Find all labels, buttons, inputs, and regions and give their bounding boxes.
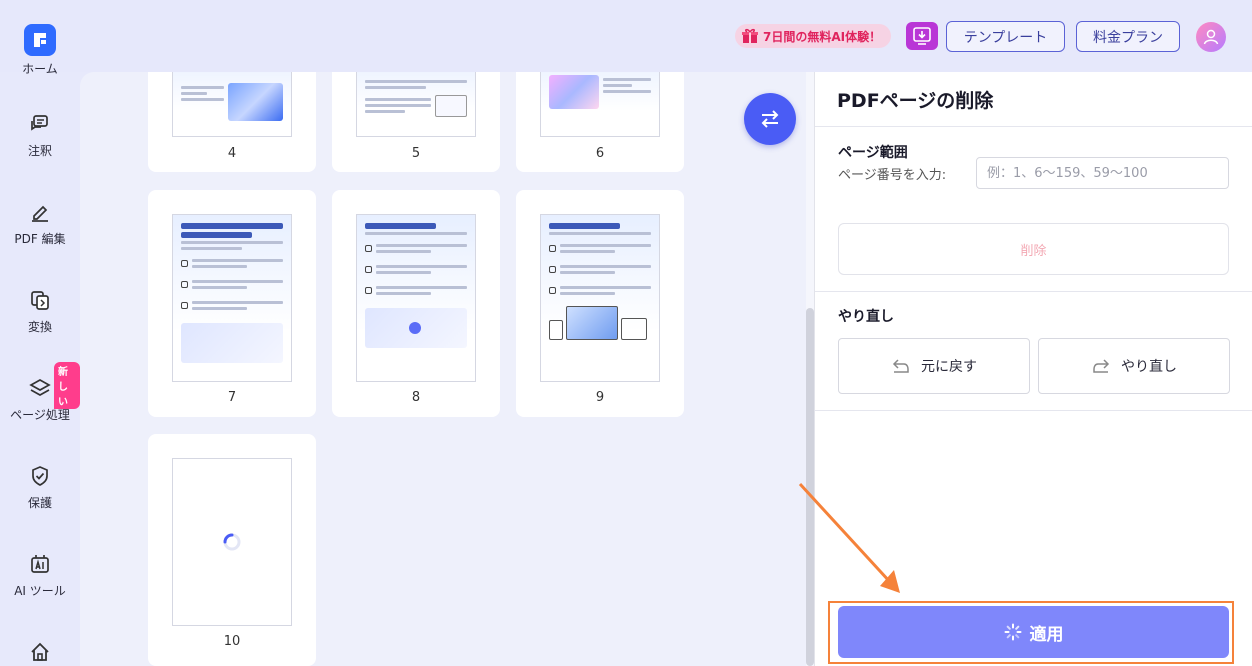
page-card[interactable]: 6 <box>516 72 684 172</box>
sidebar-item-home-bottom[interactable] <box>0 640 80 664</box>
sidebar-item-label: 注釈 <box>27 144 52 158</box>
free-trial-promo[interactable]: 7日間の無料AI体験！ <box>735 24 892 48</box>
top-bar: 7日間の無料AI体験！ テンプレート 料金プラン <box>0 0 1252 72</box>
divider <box>815 126 1252 127</box>
apply-label: 適用 <box>1029 624 1064 645</box>
page-card[interactable]: 7 <box>148 190 316 417</box>
sidebar-item-pdf-edit[interactable]: PDF 編集 <box>0 200 80 247</box>
undo-arrow-icon <box>892 359 909 373</box>
sidebar: ホーム 注釈 PDF 編集 変換 ページ処理 新しい 保護 AI ツール <box>0 0 80 666</box>
sidebar-item-label: 変換 <box>27 320 52 334</box>
sidebar-item-convert[interactable]: 変換 <box>0 288 80 335</box>
pen-icon <box>32 205 48 222</box>
divider <box>815 291 1252 292</box>
sidebar-item-label: ホーム <box>22 62 58 76</box>
page-number-label: ページ番号を入力: <box>838 168 947 183</box>
delete-pages-panel: PDFページの削除 ページ範囲 ページ番号を入力: 削除 やり直し 元に戻す や… <box>814 72 1252 666</box>
page-card[interactable]: 5 <box>332 72 500 172</box>
sidebar-item-label: AI ツール <box>14 584 66 598</box>
redo-arrow-icon <box>1093 359 1110 373</box>
page-thumbnail <box>356 72 476 137</box>
page-range-heading: ページ範囲 <box>838 145 908 161</box>
scrollbar-thumb[interactable] <box>806 308 814 666</box>
page-card[interactable]: 8 <box>332 190 500 417</box>
swap-arrows-icon <box>761 110 779 128</box>
page-thumbnail <box>540 72 660 137</box>
page-range-input[interactable] <box>976 157 1229 189</box>
ai-tool-icon <box>31 555 49 573</box>
page-thumbnail <box>172 214 292 382</box>
sidebar-item-ai-tools[interactable]: AI ツール <box>0 552 80 599</box>
page-thumbnail <box>356 214 476 382</box>
page-thumbnail <box>172 458 292 626</box>
panel-title: PDFページの削除 <box>837 90 994 112</box>
comment-icon <box>31 115 48 131</box>
download-icon <box>913 27 931 45</box>
sidebar-item-label: 保護 <box>27 496 52 510</box>
loading-spinner-icon <box>1004 623 1021 641</box>
delete-button[interactable]: 削除 <box>838 223 1229 275</box>
redo-label: やり直し <box>1121 359 1177 375</box>
page-number: 6 <box>595 146 605 161</box>
gift-icon <box>742 28 758 43</box>
sidebar-item-protect[interactable]: 保護 <box>0 464 80 511</box>
apply-button[interactable]: 適用 <box>838 606 1229 658</box>
sidebar-item-home[interactable]: ホーム <box>0 60 80 77</box>
pricing-plan-button[interactable]: 料金プラン <box>1076 21 1180 52</box>
sidebar-item-annotate[interactable]: 注釈 <box>0 112 80 159</box>
page-number: 5 <box>411 146 421 161</box>
page-thumbnail <box>172 72 292 137</box>
swap-panel-button[interactable] <box>744 93 796 145</box>
loading-spinner-icon <box>223 533 241 551</box>
page-number: 7 <box>227 390 237 405</box>
divider <box>815 410 1252 411</box>
user-avatar[interactable] <box>1196 22 1226 52</box>
promo-text: 7日間の無料AI体験！ <box>763 29 882 44</box>
sidebar-item-label: PDF 編集 <box>14 232 66 246</box>
undo-button[interactable]: 元に戻す <box>838 338 1030 394</box>
redo-heading: やり直し <box>838 309 894 325</box>
template-button[interactable]: テンプレート <box>946 21 1065 52</box>
page-card[interactable]: 4 <box>148 72 316 172</box>
page-card[interactable]: 9 <box>516 190 684 417</box>
page-number: 10 <box>223 634 241 649</box>
shield-icon <box>32 466 48 486</box>
user-icon <box>1203 29 1219 45</box>
new-badge: 新しい <box>54 362 80 409</box>
undo-label: 元に戻す <box>921 359 977 375</box>
app-logo-icon[interactable] <box>24 24 56 56</box>
page-thumbnail <box>540 214 660 382</box>
page-number: 8 <box>411 390 421 405</box>
download-button[interactable] <box>906 22 938 50</box>
page-number: 9 <box>595 390 605 405</box>
page-card[interactable]: 10 <box>148 434 316 666</box>
page-thumbnail-area: 4 5 6 7 8 9 10 <box>80 72 806 666</box>
convert-icon <box>31 291 49 310</box>
layers-icon <box>29 379 51 396</box>
house-icon <box>31 642 49 661</box>
page-number: 4 <box>227 146 237 161</box>
redo-button[interactable]: やり直し <box>1038 338 1230 394</box>
